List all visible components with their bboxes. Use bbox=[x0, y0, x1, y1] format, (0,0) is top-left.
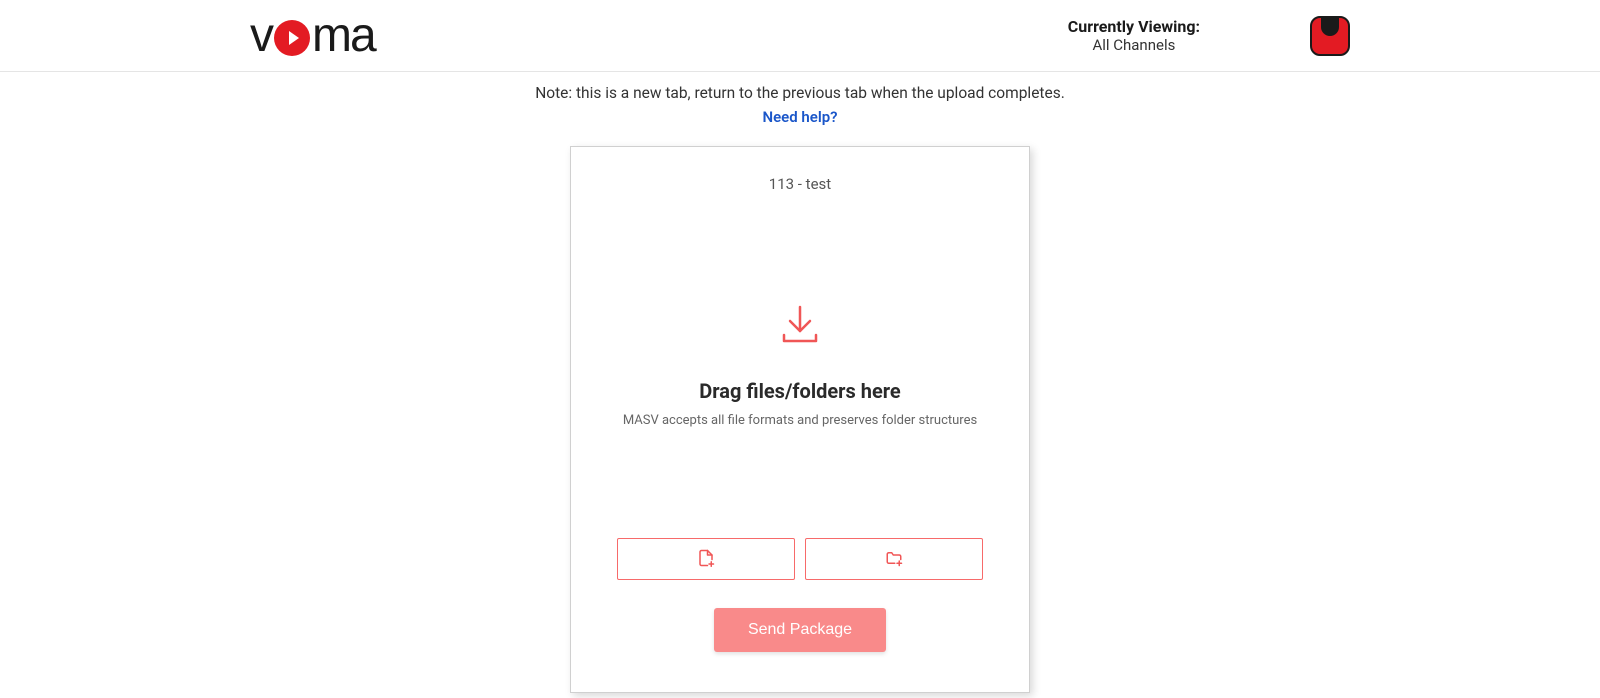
send-package-button[interactable]: Send Package bbox=[714, 608, 886, 652]
add-folder-button[interactable] bbox=[805, 538, 983, 580]
viewing-indicator[interactable]: Currently Viewing: All Channels bbox=[1068, 17, 1200, 54]
drag-heading: Drag files/folders here bbox=[699, 379, 900, 403]
file-add-icon bbox=[697, 549, 715, 570]
viewing-label: Currently Viewing: bbox=[1068, 17, 1200, 36]
upload-card[interactable]: 113 - test Drag files/folders here MASV … bbox=[570, 146, 1030, 693]
logo-text-before: v bbox=[250, 8, 272, 63]
header-bar: v ma Currently Viewing: All Channels bbox=[0, 0, 1600, 72]
package-title: 113 - test bbox=[769, 175, 831, 193]
viewing-value: All Channels bbox=[1068, 36, 1200, 54]
logo-play-icon bbox=[274, 20, 310, 56]
add-files-button[interactable] bbox=[617, 538, 795, 580]
avatar-tongue-icon bbox=[1321, 16, 1339, 36]
upload-note: Note: this is a new tab, return to the p… bbox=[535, 84, 1065, 102]
header-right: Currently Viewing: All Channels bbox=[1068, 16, 1350, 56]
main-content: Note: this is a new tab, return to the p… bbox=[0, 72, 1600, 693]
upload-button-row bbox=[599, 538, 1001, 580]
logo-text-after: ma bbox=[312, 8, 375, 63]
avatar[interactable] bbox=[1310, 16, 1350, 56]
logo[interactable]: v ma bbox=[250, 8, 375, 63]
folder-add-icon bbox=[885, 549, 903, 570]
help-link[interactable]: Need help? bbox=[762, 108, 837, 126]
download-icon bbox=[778, 303, 822, 351]
drag-subtext: MASV accepts all file formats and preser… bbox=[623, 413, 977, 428]
